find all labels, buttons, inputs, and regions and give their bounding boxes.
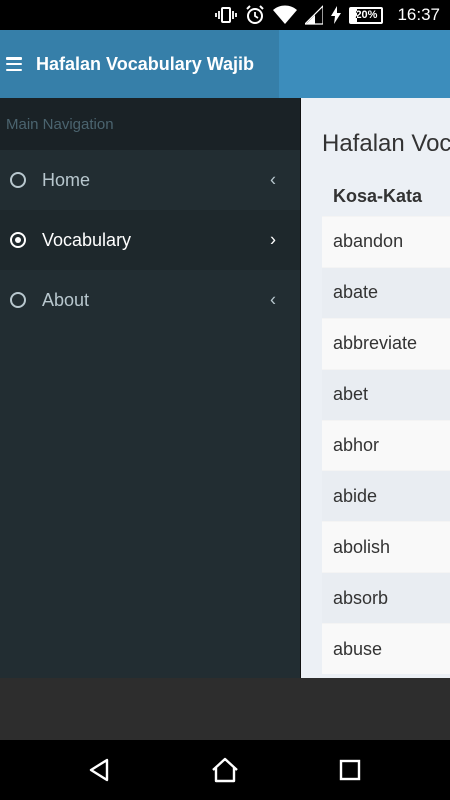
- sidebar-item-label: Home: [42, 169, 91, 190]
- home-icon[interactable]: [195, 740, 255, 800]
- table-row[interactable]: abolish: [322, 521, 450, 573]
- chevron-right-icon: ›: [270, 229, 276, 250]
- vibrate-icon: [215, 6, 238, 24]
- app-title: Hafalan Vocabulary Wajib: [36, 53, 255, 74]
- sidebar-item-label: Vocabulary: [42, 229, 132, 250]
- table-row[interactable]: abet: [322, 368, 450, 420]
- logo-area: Hafalan Vocabulary Wajib: [0, 30, 279, 98]
- footer-strip: [0, 678, 450, 740]
- radio-checked-icon: [10, 232, 26, 248]
- app-header: Hafalan Vocabulary Wajib: [0, 30, 450, 98]
- table-row[interactable]: abandon: [322, 216, 450, 267]
- table-row[interactable]: abbreviate: [322, 317, 450, 369]
- sidebar: Main Navigation Home ‹ Vocabulary › Abou…: [0, 98, 300, 678]
- sidebar-section-label: Main Navigation: [0, 98, 300, 150]
- table-header: Kosa-Kata: [333, 185, 423, 206]
- table-row[interactable]: abide: [322, 470, 450, 522]
- table-row[interactable]: abuse: [322, 623, 450, 675]
- sidebar-item-about[interactable]: About ‹: [0, 270, 300, 330]
- battery-indicator: 20%: [349, 6, 384, 24]
- page-title: Hafalan Vocabulary Wajib: [322, 130, 450, 157]
- status-time: 16:37: [397, 5, 440, 24]
- chevron-left-icon: ‹: [270, 289, 276, 310]
- table-row[interactable]: abhor: [322, 419, 450, 471]
- hamburger-icon[interactable]: [6, 57, 22, 71]
- main-content: Hafalan Vocabulary Wajib Kosa-Kata aband…: [300, 98, 450, 678]
- recents-square-icon[interactable]: [320, 740, 380, 800]
- system-nav-bar: [0, 740, 450, 800]
- vocabulary-table: Kosa-Kata abandon abate abbreviate abet …: [322, 176, 450, 675]
- wifi-icon: [273, 5, 298, 25]
- table-row[interactable]: abate: [322, 266, 450, 318]
- sidebar-item-home[interactable]: Home ‹: [0, 150, 300, 210]
- battery-percent: 20%: [355, 9, 378, 21]
- cell-signal-icon: [305, 5, 324, 25]
- table-row[interactable]: absorb: [322, 572, 450, 624]
- status-bar: 20% 16:37: [0, 0, 450, 30]
- charging-icon: [331, 6, 342, 24]
- alarm-icon: [245, 5, 265, 25]
- radio-unchecked-icon: [10, 292, 26, 308]
- chevron-left-icon: ‹: [270, 169, 276, 190]
- sidebar-item-label: About: [42, 289, 90, 310]
- sidebar-item-vocabulary[interactable]: Vocabulary ›: [0, 210, 300, 270]
- radio-unchecked-icon: [10, 172, 26, 188]
- back-triangle-icon[interactable]: [69, 740, 129, 800]
